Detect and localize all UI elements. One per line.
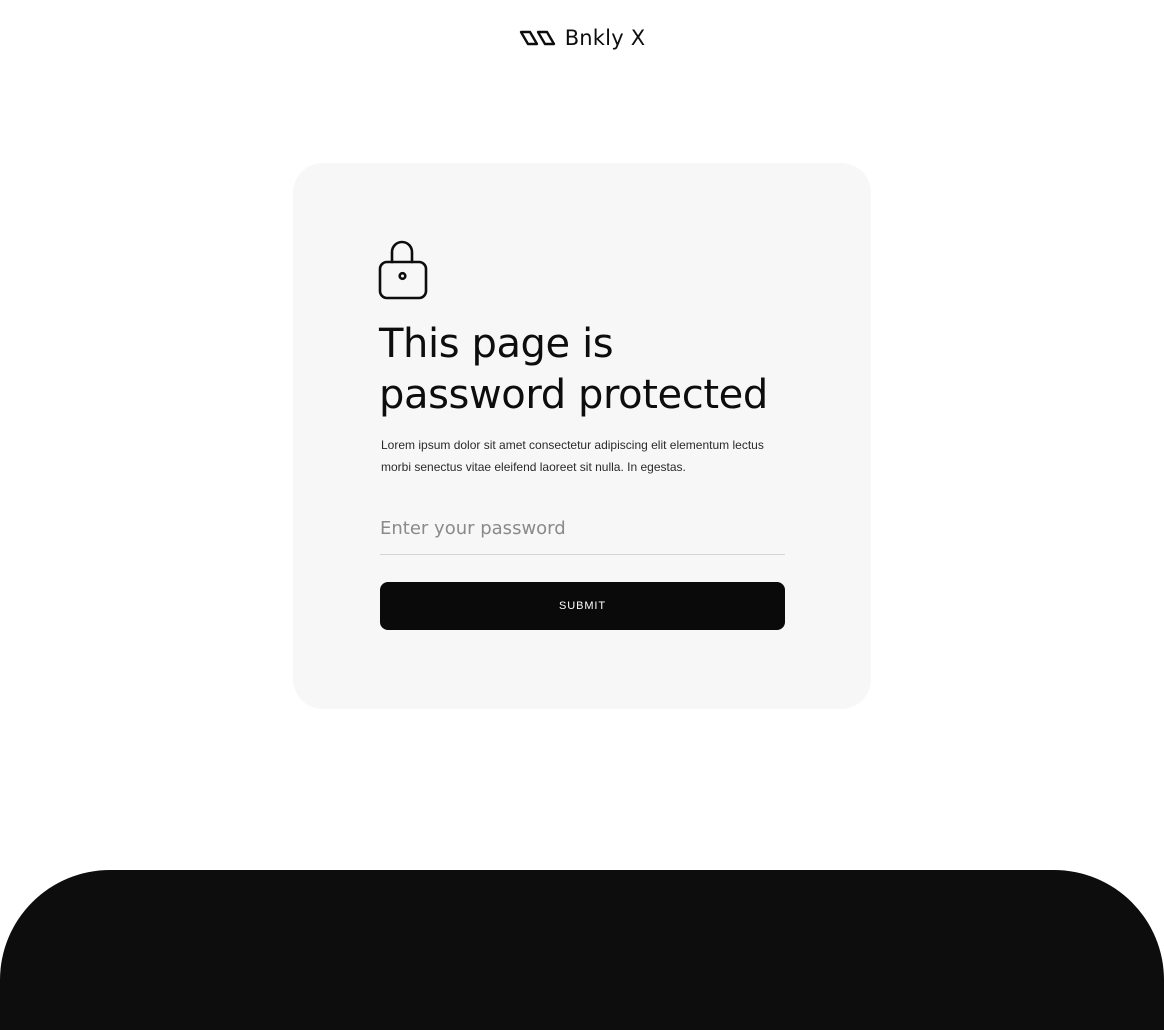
password-input[interactable] xyxy=(380,503,785,555)
page-title: This page is password protected xyxy=(379,321,768,418)
brand-name: Bnkly X xyxy=(564,26,646,50)
password-card: This page is password protected Lorem ip… xyxy=(293,163,871,709)
lock-icon xyxy=(378,240,428,300)
brand-link[interactable]: Bnkly X xyxy=(519,26,646,50)
bnkly-logo-icon xyxy=(519,30,555,46)
footer xyxy=(0,870,1164,1030)
submit-button[interactable]: SUBMIT xyxy=(380,582,785,630)
site-header: Bnkly X xyxy=(0,26,1164,50)
page-description: Lorem ipsum dolor sit amet consectetur a… xyxy=(381,438,764,474)
